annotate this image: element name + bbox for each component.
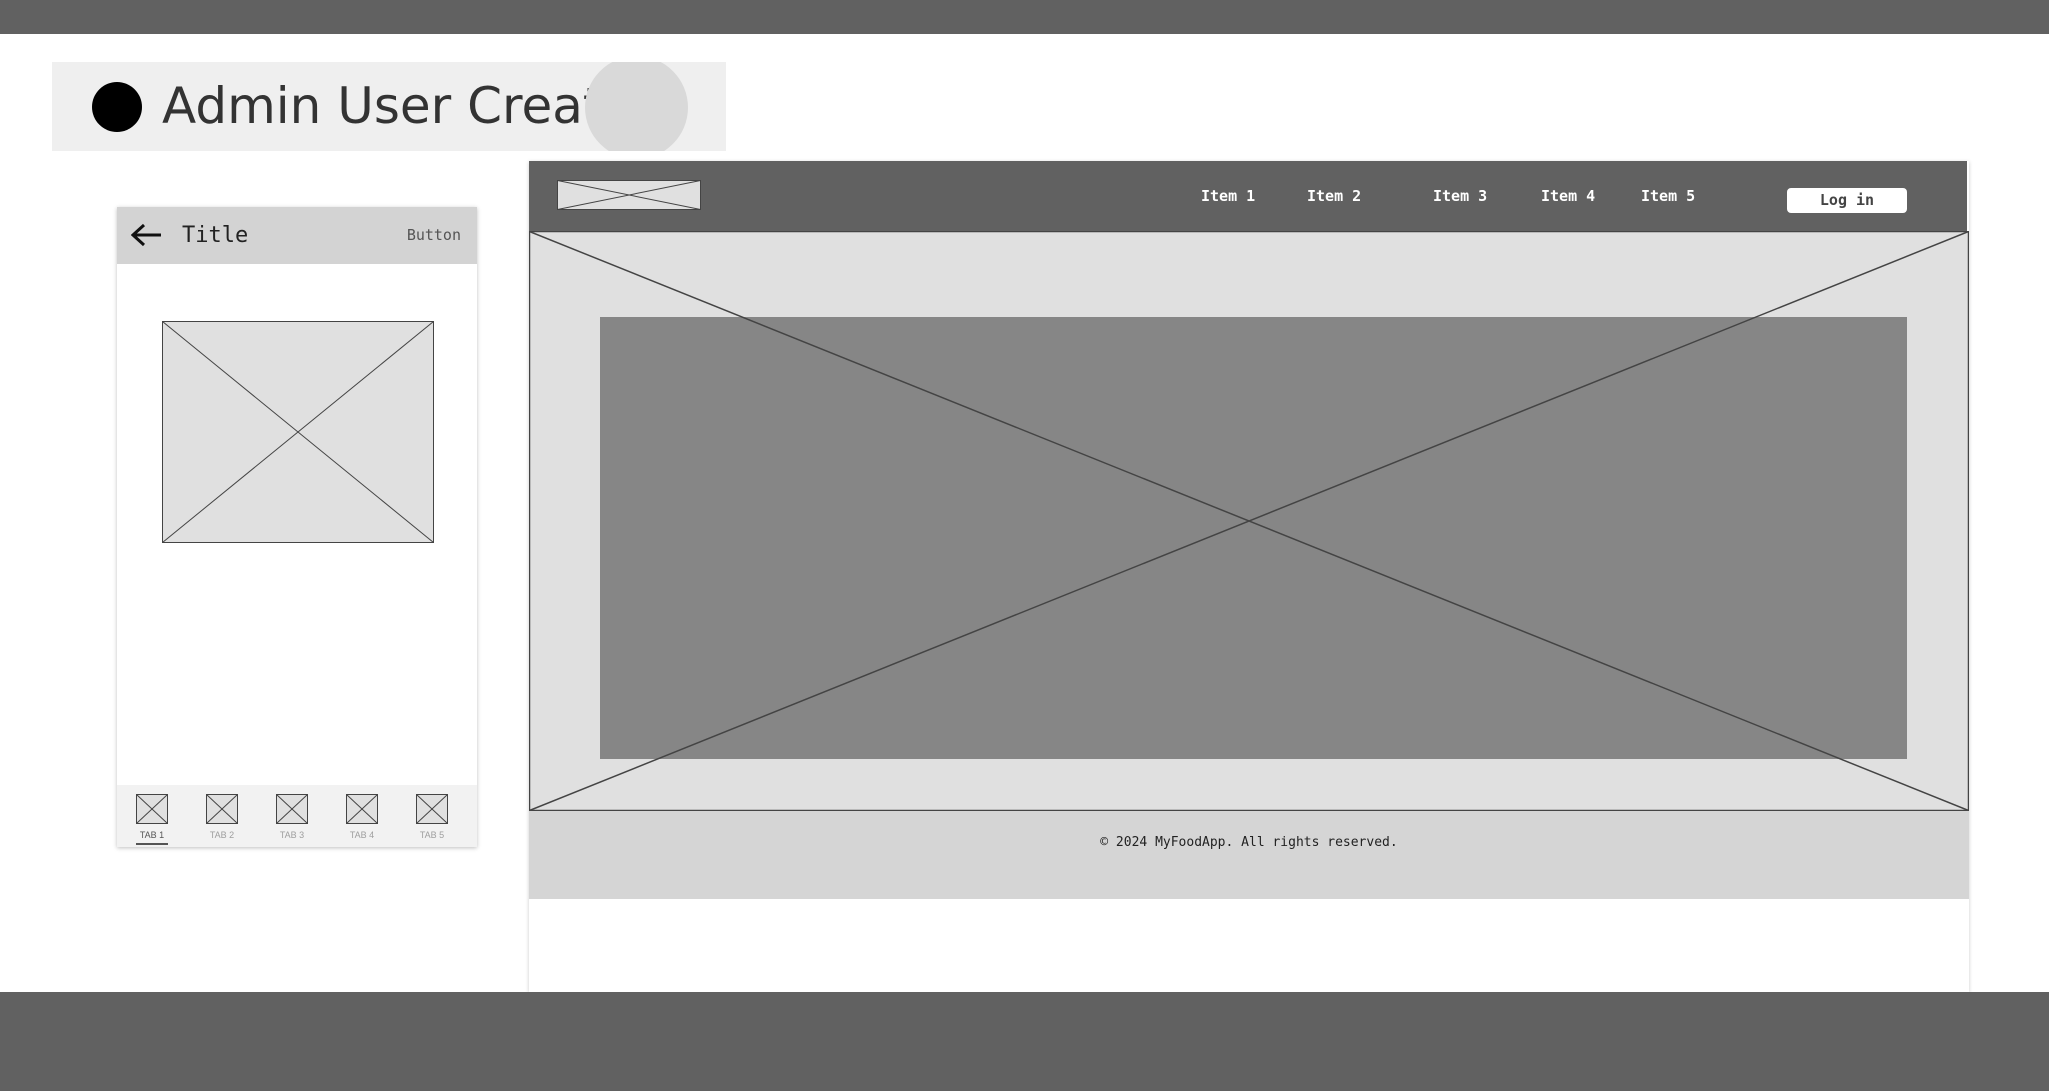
tab-label: TAB 3 [279, 830, 305, 840]
tab-label: TAB 1 [139, 830, 165, 840]
footer-copyright: © 2024 MyFoodApp. All rights reserved. [1100, 835, 1398, 850]
image-placeholder-icon [162, 321, 434, 543]
tab-4[interactable]: TAB 4 [327, 785, 397, 847]
bottom-bar [0, 992, 2049, 1091]
tab-2[interactable]: TAB 2 [187, 785, 257, 847]
tab-1[interactable]: TAB 1 [117, 785, 187, 847]
top-bar [0, 0, 2049, 34]
mobile-appbar-button[interactable]: Button [407, 225, 461, 245]
tab-5[interactable]: TAB 5 [397, 785, 467, 847]
login-button[interactable]: Log in [1787, 188, 1907, 213]
image-placeholder-icon [276, 794, 308, 824]
web-footer: © 2024 MyFoodApp. All rights reserved. [529, 811, 1969, 899]
logo-placeholder-icon[interactable] [557, 180, 701, 210]
nav-item-1[interactable]: Item 1 [1201, 187, 1255, 205]
active-tab-indicator [136, 843, 168, 845]
arrow-left-icon[interactable] [131, 223, 163, 247]
nav-item-3[interactable]: Item 3 [1433, 187, 1487, 205]
status-dot [92, 82, 142, 132]
mobile-app-bar: Title Button [117, 207, 477, 264]
tab-label: TAB 2 [209, 830, 235, 840]
image-placeholder-icon [416, 794, 448, 824]
mobile-mockup: Title Button TAB 1 TAB 2 TAB 3 TAB 4 TAB… [117, 207, 477, 847]
web-mockup: Item 1 Item 2 Item 3 Item 4 Item 5 Log i… [529, 161, 1969, 992]
page-header: Admin User Create [52, 62, 726, 151]
mobile-tab-bar: TAB 1 TAB 2 TAB 3 TAB 4 TAB 5 [117, 785, 477, 847]
nav-item-4[interactable]: Item 4 [1541, 187, 1595, 205]
mobile-title: Title [182, 223, 249, 248]
tab-label: TAB 5 [419, 830, 445, 840]
nav-item-2[interactable]: Item 2 [1307, 187, 1361, 205]
tab-label: TAB 4 [349, 830, 375, 840]
image-placeholder-icon [346, 794, 378, 824]
image-placeholder-icon [136, 794, 168, 824]
tab-3[interactable]: TAB 3 [257, 785, 327, 847]
hero-image-placeholder-icon [529, 231, 1969, 811]
web-nav-bar: Item 1 Item 2 Item 3 Item 4 Item 5 Log i… [529, 161, 1967, 231]
page-title: Admin User Create [162, 77, 634, 135]
image-placeholder-icon [206, 794, 238, 824]
decorative-circle [585, 62, 688, 151]
nav-item-5[interactable]: Item 5 [1641, 187, 1695, 205]
